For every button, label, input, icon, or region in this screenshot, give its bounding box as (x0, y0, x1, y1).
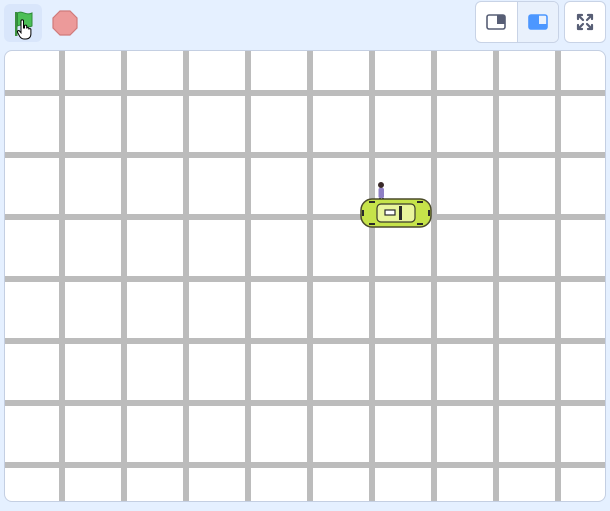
green-flag-icon (15, 11, 33, 40)
horizontal-road-5 (5, 338, 605, 344)
horizontal-road-4 (5, 276, 605, 282)
large-stage-button[interactable] (516, 2, 558, 42)
horizontal-road-1 (5, 90, 605, 96)
small-stage-layout-icon (486, 14, 507, 30)
horizontal-road-2 (5, 152, 605, 158)
small-stage-button[interactable] (476, 2, 517, 42)
fullscreen-button[interactable] (564, 1, 606, 43)
horizontal-road-3 (5, 214, 605, 220)
stop-sign-icon (52, 10, 78, 36)
stage-grid (5, 51, 605, 501)
stage-toolbar (0, 0, 610, 46)
taxi-car-sprite[interactable] (360, 198, 432, 228)
stop-button[interactable] (46, 4, 84, 42)
scratch-player (0, 0, 610, 511)
stage-canvas[interactable] (4, 50, 606, 502)
horizontal-road-6 (5, 400, 605, 406)
large-stage-layout-icon (527, 14, 548, 30)
horizontal-road-7 (5, 462, 605, 468)
fullscreen-icon (576, 13, 594, 31)
stage-size-toggle (475, 1, 559, 43)
green-flag-button[interactable] (4, 4, 42, 42)
